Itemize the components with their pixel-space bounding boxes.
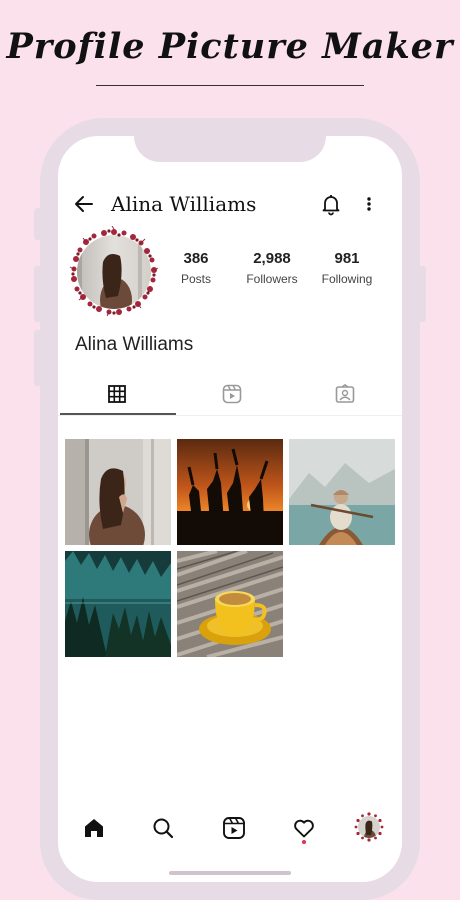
headline-underline [96,85,364,86]
grid-photo-forest-lake[interactable] [65,551,171,657]
bell-icon[interactable] [319,192,343,216]
grid-photo-portrait[interactable] [65,439,171,545]
grid-photo-boat[interactable] [289,439,395,545]
back-arrow-icon[interactable] [72,192,96,216]
phone-side-button [34,266,42,322]
home-indicator [169,871,291,875]
followers-count[interactable]: 2,988 Followers [239,250,305,286]
tagged-icon [335,384,355,403]
bottom-navigation [58,812,402,852]
avatar-wreath-image [69,225,159,317]
profile-avatar[interactable] [68,225,160,318]
reels-icon [223,817,245,839]
notification-dot [302,840,306,844]
profile-tabs [58,376,402,416]
photo-grid [65,439,395,659]
nav-reels[interactable] [218,812,250,844]
stat-label: Posts [180,272,211,286]
profile-display-name: Alina Williams [75,334,194,355]
phone-notch [134,136,326,162]
more-options-icon[interactable] [361,192,377,216]
reels-icon [222,384,242,404]
phone-side-button [34,208,42,240]
heart-icon [294,819,314,838]
stat-value: 386 [183,250,209,267]
tab-tagged[interactable] [288,376,402,414]
phone-screen: Alina Williams 386 Posts 2,988 Followers… [58,136,402,882]
phone-side-button [418,266,426,322]
stat-label: Following [321,272,373,286]
posts-count[interactable]: 386 Posts [172,250,220,286]
grid-icon [108,385,126,403]
nav-search[interactable] [147,812,179,844]
grid-photo-sunset[interactable] [177,439,283,545]
nav-profile[interactable] [353,812,385,844]
profile-avatar-icon [354,812,384,842]
stat-label: Followers [246,272,298,286]
stat-value: 2,988 [253,250,291,267]
stat-value: 981 [334,250,360,267]
phone-side-button [34,330,42,386]
profile-top-bar: Alina Williams [58,188,402,220]
tab-reels[interactable] [175,376,289,414]
active-tab-indicator [60,413,176,415]
profile-username: Alina Williams [111,192,257,216]
following-count[interactable]: 981 Following [315,250,379,286]
search-icon [153,818,174,839]
nav-home[interactable] [78,812,110,844]
home-icon [85,819,103,837]
headline: Profile Picture Maker [6,26,454,67]
tab-grid[interactable] [60,376,174,414]
grid-photo-coffee[interactable] [177,551,283,657]
